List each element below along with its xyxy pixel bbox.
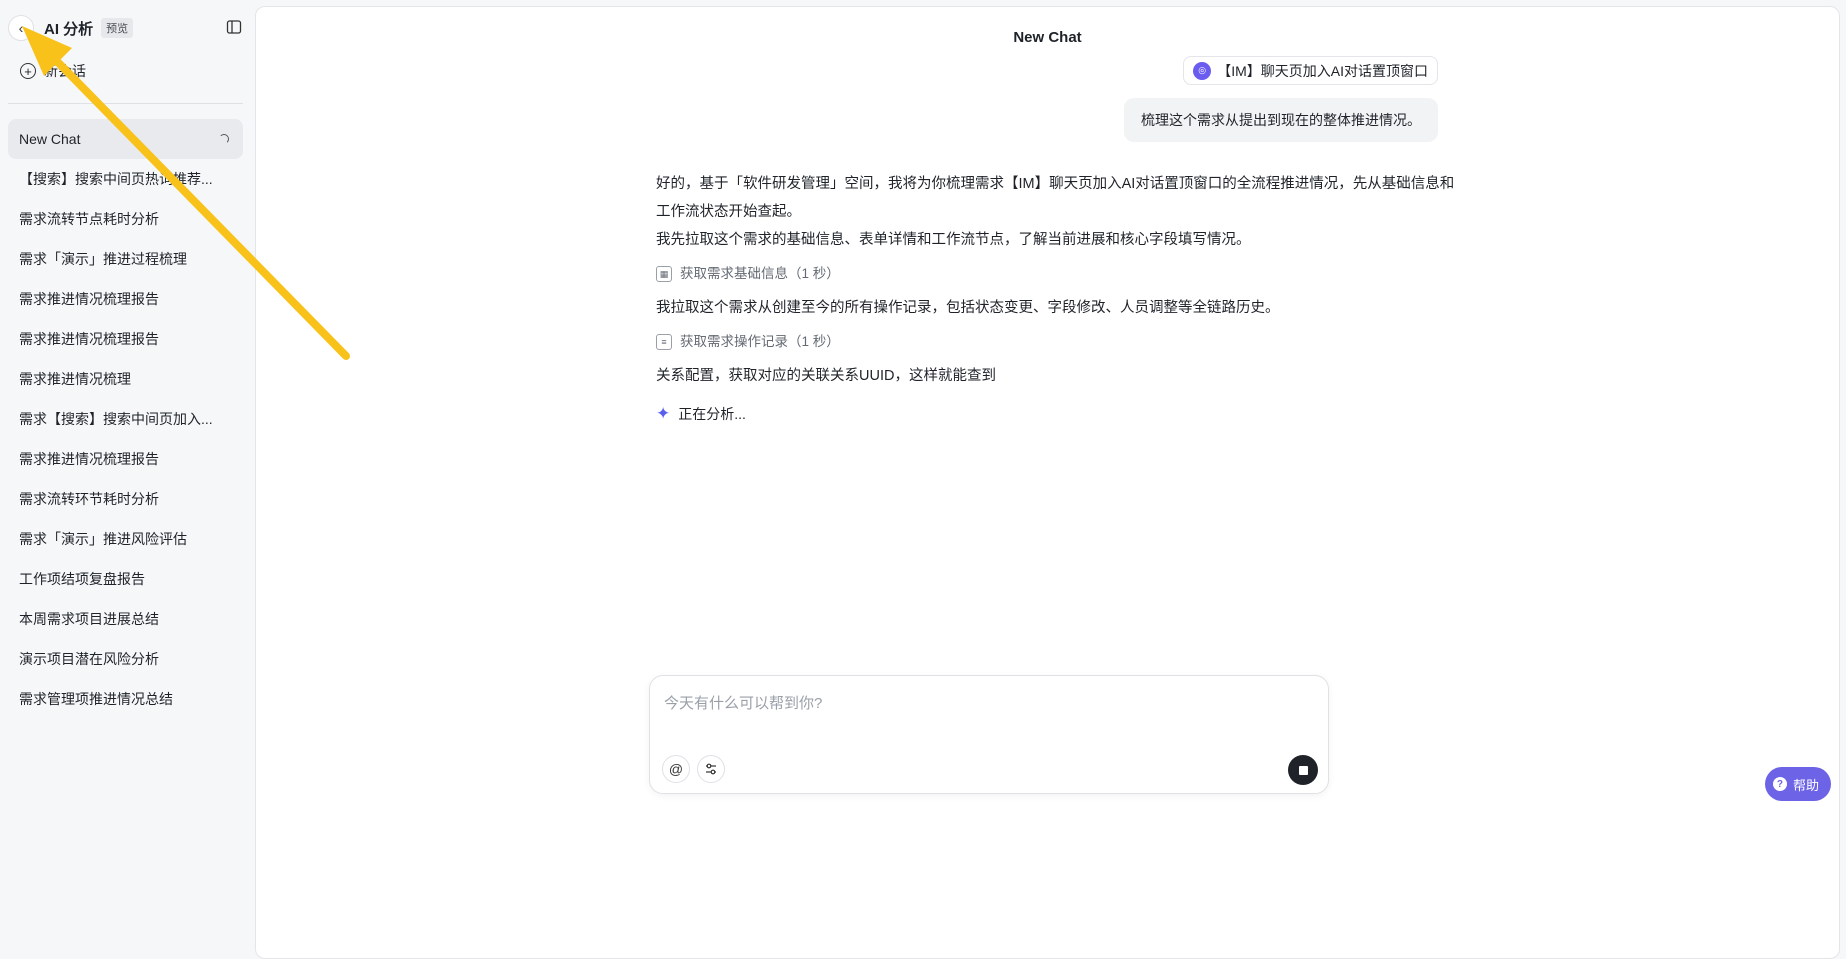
history-item[interactable]: 需求「演示」推进风险评估 — [8, 519, 243, 559]
sidebar-toggle-button[interactable] — [225, 18, 243, 36]
message-input[interactable] — [664, 688, 1304, 718]
sliders-icon — [706, 763, 716, 775]
assistant-paragraph: 我先拉取这个需求的基础信息、表单详情和工作流节点，了解当前进展和核心字段填写情况… — [656, 232, 1251, 248]
history-item[interactable]: New Chat — [8, 119, 243, 159]
history-item[interactable]: 需求「演示」推进过程梳理 — [8, 239, 243, 279]
sidebar-divider — [8, 103, 243, 104]
history-item[interactable]: 需求推进情况梳理报告 — [8, 439, 243, 479]
analyzing-status: ✦ 正在分析... — [656, 396, 1456, 432]
history-item-label: 需求推进情况梳理报告 — [19, 291, 159, 307]
history-item-label: 需求推进情况梳理 — [19, 371, 131, 387]
settings-button[interactable] — [697, 755, 725, 783]
sidebar: ‹ AI 分析 预览 + 新会话 New Chat 【搜索】搜索中间页热词推荐.… — [0, 0, 255, 959]
user-message-text: 梳理这个需求从提出到现在的整体推进情况。 — [1141, 112, 1421, 128]
help-button[interactable]: ? 帮助 — [1764, 767, 1831, 801]
history-item-label: 需求「演示」推进风险评估 — [19, 531, 187, 547]
plus-circle-icon: + — [20, 63, 36, 79]
reference-chip-label: 【IM】聊天页加入AI对话置顶窗口 — [1217, 62, 1428, 79]
history-item[interactable]: 需求推进情况梳理报告 — [8, 319, 243, 359]
history-item-label: 本周需求项目进展总结 — [19, 611, 159, 627]
history-item-label: 需求推进情况梳理报告 — [19, 451, 159, 467]
history-item[interactable]: 本周需求项目进展总结 — [8, 599, 243, 639]
table-icon: ▦ — [656, 266, 672, 282]
history-item-label: 工作项结项复盘报告 — [19, 571, 145, 587]
history-item[interactable]: 需求管理项推进情况总结 — [8, 679, 243, 719]
history-item-label: 需求管理项推进情况总结 — [19, 691, 173, 707]
history-item[interactable]: 需求流转环节耗时分析 — [8, 479, 243, 519]
preview-badge: 预览 — [101, 18, 134, 38]
assistant-paragraph: 好的，基于「软件研发管理」空间，我将为你梳理需求【IM】聊天页加入AI对话置顶窗… — [656, 176, 1455, 220]
history-item[interactable]: 演示项目潜在风险分析 — [8, 639, 243, 679]
sparkle-icon: ✦ — [656, 404, 671, 423]
assistant-message: 好的，基于「软件研发管理」空间，我将为你梳理需求【IM】聊天页加入AI对话置顶窗… — [656, 170, 1456, 432]
tool-call-row[interactable]: ≡ 获取需求操作记录（1 秒） — [656, 322, 1456, 362]
new-chat-button[interactable]: + 新会话 — [20, 60, 86, 82]
app-root: ‹ AI 分析 预览 + 新会话 New Chat 【搜索】搜索中间页热词推荐.… — [0, 0, 1846, 959]
history-item-label: New Chat — [19, 131, 81, 147]
chat-panel: New Chat ◎ 【IM】聊天页加入AI对话置顶窗口 梳理这个需求从提出到现… — [255, 6, 1840, 959]
new-chat-label: 新会话 — [44, 63, 86, 79]
chat-history-list: New Chat 【搜索】搜索中间页热词推荐... 需求流转节点耗时分析 需求「… — [8, 119, 243, 719]
app-title: AI 分析 — [44, 20, 94, 38]
stop-generation-button[interactable] — [1288, 755, 1318, 785]
history-item[interactable]: 需求推进情况梳理 — [8, 359, 243, 399]
tool-call-row[interactable]: ▦ 获取需求基础信息（1 秒） — [656, 254, 1456, 294]
history-item[interactable]: 需求【搜索】搜索中间页加入... — [8, 399, 243, 439]
user-message: 梳理这个需求从提出到现在的整体推进情况。 — [1124, 98, 1438, 142]
history-item-label: 需求流转节点耗时分析 — [19, 211, 159, 227]
assistant-paragraph: 我拉取这个需求从创建至今的所有操作记录，包括状态变更、字段修改、人员调整等全链路… — [656, 300, 1280, 316]
history-item[interactable]: 工作项结项复盘报告 — [8, 559, 243, 599]
back-button[interactable]: ‹ — [8, 15, 34, 41]
mention-button[interactable]: @ — [662, 755, 690, 783]
history-item-label: 需求流转环节耗时分析 — [19, 491, 159, 507]
help-label: 帮助 — [1792, 777, 1819, 793]
stop-icon — [1298, 765, 1308, 775]
tool-call-label: 获取需求基础信息（1 秒） — [680, 266, 840, 281]
history-item-label: 演示项目潜在风险分析 — [19, 651, 159, 667]
history-item[interactable]: 【搜索】搜索中间页热词推荐... — [8, 159, 243, 199]
analyzing-status-text: 正在分析... — [678, 406, 746, 422]
chevron-left-icon: ‹ — [18, 20, 24, 36]
sidebar-toggle-icon — [226, 20, 242, 34]
history-item[interactable]: 需求推进情况梳理报告 — [8, 279, 243, 319]
question-icon: ? — [1772, 777, 1787, 791]
assistant-paragraph: 关系配置，获取对应的关联关系UUID，这样就能查到 — [656, 368, 996, 384]
chat-title: New Chat — [1013, 29, 1082, 46]
reference-chip[interactable]: ◎ 【IM】聊天页加入AI对话置顶窗口 — [1183, 56, 1438, 85]
workitem-icon: ◎ — [1193, 61, 1212, 80]
history-item-label: 【搜索】搜索中间页热词推荐... — [19, 171, 213, 187]
tool-call-label: 获取需求操作记录（1 秒） — [680, 334, 840, 349]
database-icon: ≡ — [656, 334, 672, 350]
loading-spinner-icon — [219, 134, 229, 144]
history-item-label: 需求「演示」推进过程梳理 — [19, 251, 187, 267]
message-composer: @ — [649, 675, 1329, 794]
at-sign-icon: @ — [668, 761, 684, 777]
sidebar-header: ‹ AI 分析 预览 — [8, 14, 243, 42]
history-item-label: 需求推进情况梳理报告 — [19, 331, 159, 347]
history-item-label: 需求【搜索】搜索中间页加入... — [19, 411, 213, 427]
history-item[interactable]: 需求流转节点耗时分析 — [8, 199, 243, 239]
